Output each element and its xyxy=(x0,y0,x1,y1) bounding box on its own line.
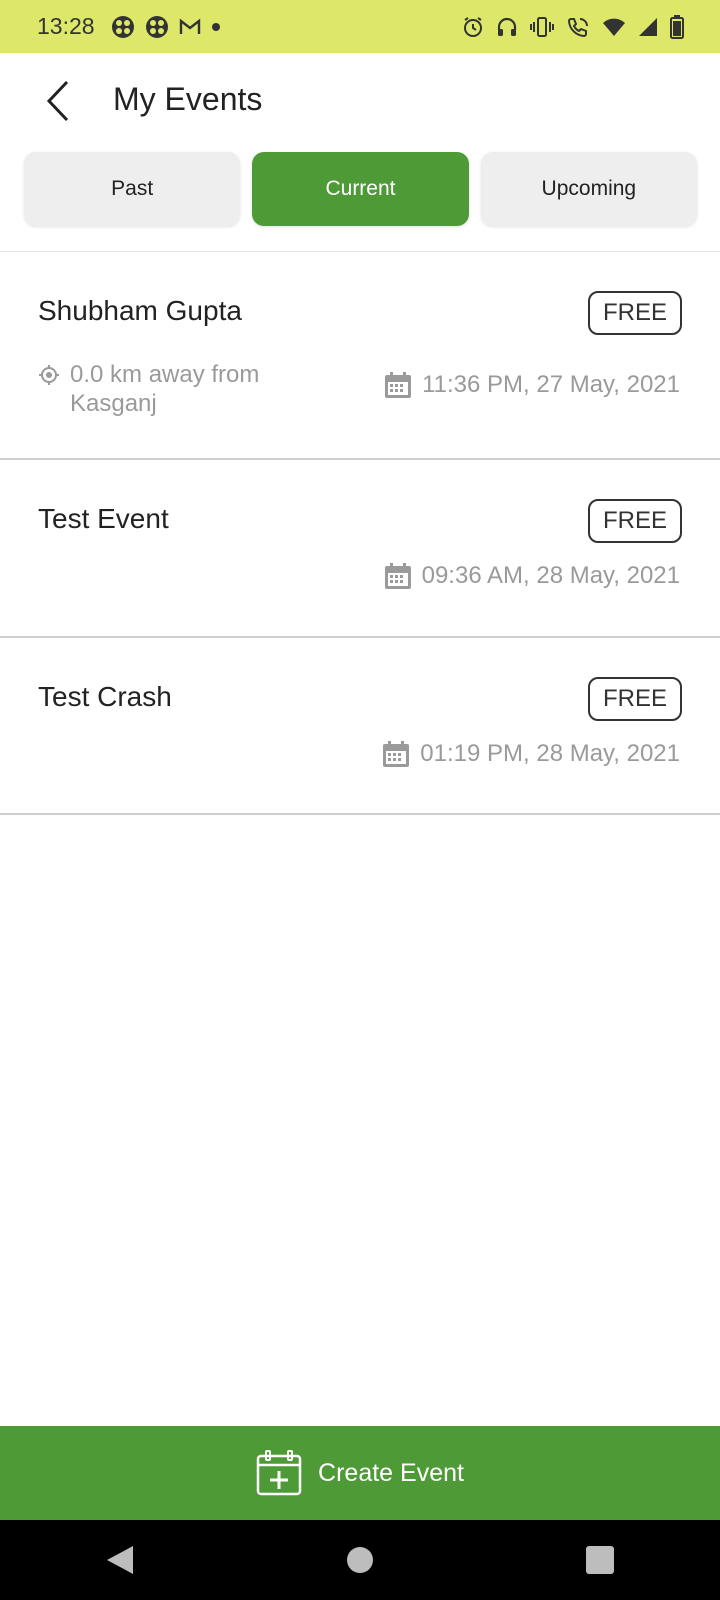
event-datetime-text: 11:36 PM, 27 May, 2021 xyxy=(422,371,680,398)
price-badge: FREE xyxy=(588,291,682,335)
event-name: Test Event xyxy=(38,503,169,534)
system-nav-bar xyxy=(0,1520,720,1600)
nav-back-button[interactable] xyxy=(90,1530,150,1590)
event-name: Test Crash xyxy=(38,681,172,712)
event-datetime-text: 09:36 AM, 28 May, 2021 xyxy=(421,562,680,589)
nav-home-button[interactable] xyxy=(330,1530,390,1590)
dot-icon xyxy=(211,22,221,32)
create-event-button[interactable]: Create Event xyxy=(0,1426,720,1520)
event-card[interactable]: Test Event FREE 09:36 AM, 28 May, 2021 xyxy=(0,460,720,638)
vibrate-icon xyxy=(530,16,554,38)
calendar-icon xyxy=(384,563,411,589)
calendar-icon xyxy=(383,741,410,767)
nav-recents-button[interactable] xyxy=(570,1530,630,1590)
back-arrow-icon xyxy=(46,80,69,122)
event-list: Shubham Gupta FREE 0.0 km away from Kasg… xyxy=(0,252,720,815)
status-right-icons xyxy=(462,14,684,39)
event-card[interactable]: Shubham Gupta FREE 0.0 km away from Kasg… xyxy=(0,252,720,460)
wifi-icon xyxy=(602,17,626,37)
tab-current[interactable]: Current xyxy=(252,152,469,226)
app-icon-1 xyxy=(111,15,135,39)
status-left-icons xyxy=(111,15,221,39)
app-bar: My Events xyxy=(0,53,720,149)
event-name: Shubham Gupta xyxy=(38,295,242,326)
nav-back-icon xyxy=(107,1546,133,1574)
calendar-add-icon xyxy=(256,1450,302,1496)
headset-icon xyxy=(496,16,518,38)
event-tabs: Past Current Upcoming xyxy=(24,152,697,226)
event-card[interactable]: Test Crash FREE 01:19 PM, 28 May, 2021 xyxy=(0,638,720,815)
event-datetime: 11:36 PM, 27 May, 2021 xyxy=(384,371,680,399)
location-icon xyxy=(39,365,59,385)
status-bar: 13:28 xyxy=(0,0,720,53)
signal-icon xyxy=(638,17,658,37)
create-event-label: Create Event xyxy=(318,1458,464,1487)
alarm-icon xyxy=(462,16,484,38)
nav-recents-icon xyxy=(586,1546,614,1574)
tab-past[interactable]: Past xyxy=(24,152,241,226)
price-badge: FREE xyxy=(588,677,682,721)
wifi-calling-icon xyxy=(566,16,590,38)
nav-home-icon xyxy=(347,1547,373,1573)
event-location-text: 0.0 km away from Kasganj xyxy=(70,361,260,417)
calendar-icon xyxy=(385,372,412,398)
status-time: 13:28 xyxy=(37,13,95,39)
back-button[interactable] xyxy=(38,77,78,125)
price-badge: FREE xyxy=(588,499,682,543)
event-datetime-text: 01:19 PM, 28 May, 2021 xyxy=(420,740,680,767)
battery-icon xyxy=(670,14,684,39)
app-icon-2 xyxy=(145,15,169,39)
gmail-icon xyxy=(179,18,201,36)
tab-upcoming[interactable]: Upcoming xyxy=(480,152,697,226)
event-datetime: 01:19 PM, 28 May, 2021 xyxy=(382,740,680,768)
page-title: My Events xyxy=(113,81,263,117)
event-datetime: 09:36 AM, 28 May, 2021 xyxy=(384,562,680,590)
event-location: 0.0 km away from Kasganj xyxy=(38,360,338,418)
